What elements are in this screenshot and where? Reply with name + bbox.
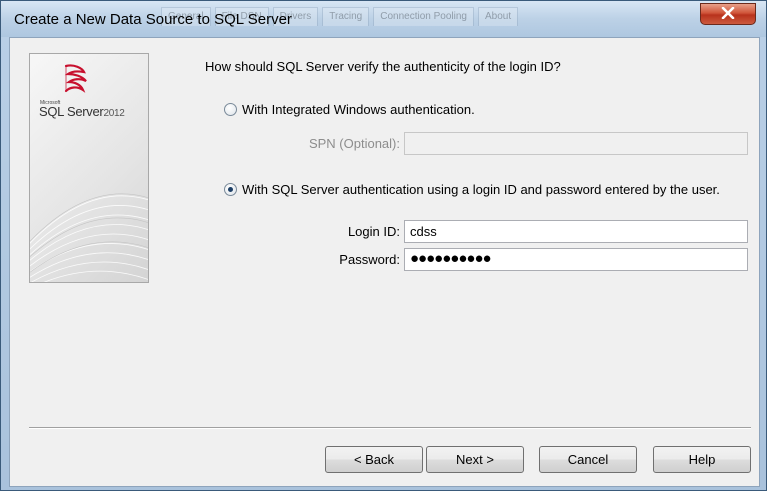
product-name: SQL Server — [39, 104, 104, 119]
window-title: Create a New Data Source to SQL Server — [14, 11, 292, 28]
windows-auth-option[interactable]: With Integrated Windows authentication. — [224, 102, 475, 117]
sql-auth-option[interactable]: With SQL Server authentication using a l… — [224, 182, 720, 197]
login-id-label: Login ID: — [347, 224, 400, 239]
sql-auth-label: With SQL Server authentication using a l… — [242, 182, 720, 197]
next-button[interactable]: Next > — [426, 446, 524, 473]
close-button[interactable] — [700, 3, 756, 25]
auth-question-text: How should SQL Server verify the authent… — [205, 59, 561, 74]
dialog-window: General File DSN Drivers Tracing Connect… — [0, 0, 767, 491]
back-button[interactable]: < Back — [325, 446, 423, 473]
sql-server-wordmark: SQL Server2012 — [39, 104, 125, 119]
spn-input[interactable] — [404, 132, 748, 155]
windows-auth-radio[interactable] — [224, 103, 237, 116]
help-button[interactable]: Help — [653, 446, 751, 473]
close-x-icon — [721, 6, 735, 22]
background-tab: Tracing — [322, 7, 370, 26]
sql-auth-radio[interactable] — [224, 183, 237, 196]
title-bar[interactable]: General File DSN Drivers Tracing Connect… — [1, 1, 766, 37]
sql-server-logo-icon — [60, 62, 94, 101]
password-label: Password: — [339, 252, 400, 267]
password-input[interactable]: ●●●●●●●●●● — [404, 248, 748, 271]
button-separator — [29, 427, 751, 429]
product-version: 2012 — [103, 108, 125, 119]
login-id-input[interactable]: cdss — [404, 220, 748, 243]
dialog-client-area: Microsoft SQL Server2012 How should SQL … — [9, 37, 760, 487]
cancel-button[interactable]: Cancel — [539, 446, 637, 473]
sql-server-side-panel: Microsoft SQL Server2012 — [29, 53, 149, 283]
background-tab: Connection Pooling — [373, 7, 474, 26]
background-tab: About — [477, 7, 519, 26]
spn-label: SPN (Optional): — [308, 136, 400, 151]
windows-auth-label: With Integrated Windows authentication. — [242, 102, 475, 117]
